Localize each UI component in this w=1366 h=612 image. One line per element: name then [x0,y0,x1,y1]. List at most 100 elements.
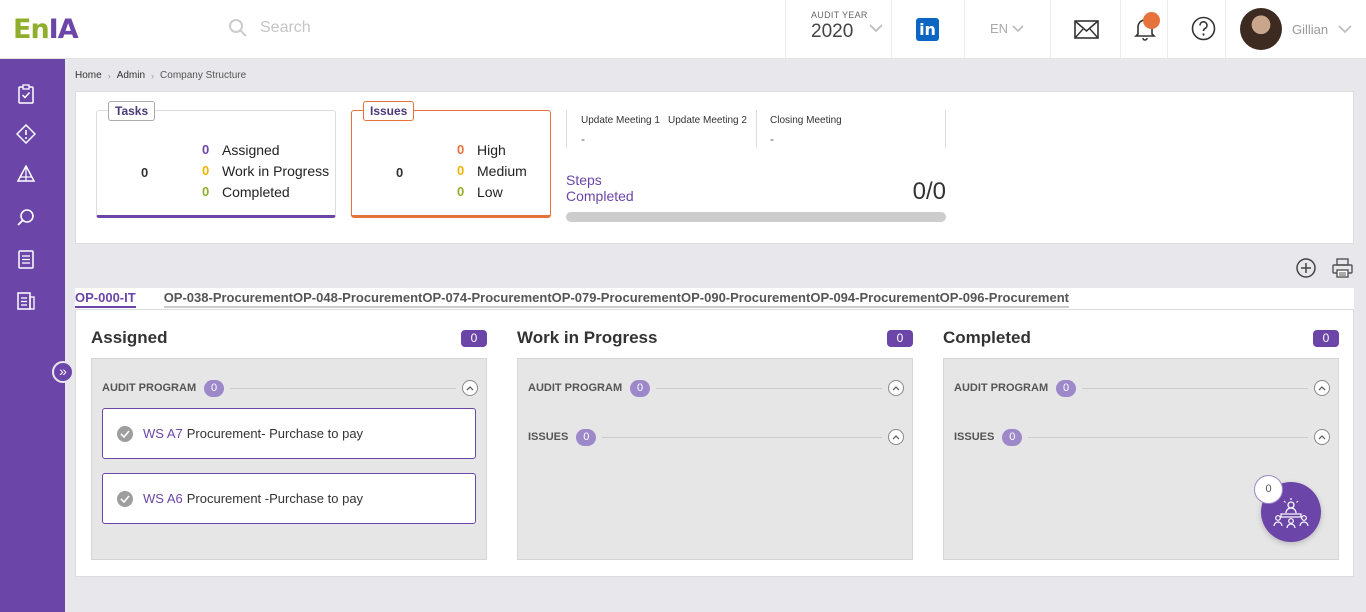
task-card[interactable]: WS A6 Procurement -Purchase to pay [102,473,476,524]
group-count-badge: 0 [1056,379,1077,397]
collapse-button[interactable] [1314,429,1330,445]
fab-count-badge: 0 [1254,475,1283,504]
issues-medium-count: 0 [457,163,465,178]
breadcrumb-home[interactable]: Home [75,70,102,81]
notification-dot [1143,12,1160,29]
column-title: Work in Progress [517,328,658,347]
print-icon[interactable] [1332,258,1353,278]
task-card-id: WS A7 [143,426,183,441]
group-count-badge: 0 [204,379,225,397]
column-count-badge: 0 [887,330,913,347]
issues-low-label: Low [477,183,503,200]
group-label: AUDIT PROGRAM [102,382,197,394]
collapse-button[interactable] [888,429,904,445]
chevron-down-icon [869,24,883,33]
meeting-update-2: Update Meeting 2 [668,115,747,132]
group-audit-program: AUDIT PROGRAM 0 [954,378,1330,398]
issues-summary[interactable]: Issues 0 0 High 0 Medium 0 Low [351,101,551,218]
tasks-wip-label: Work in Progress [222,162,330,179]
chevron-up-icon [1318,386,1326,391]
tasks-row-wip: 0 Work in Progress [202,160,329,181]
issues-total: 0 [396,165,404,180]
divider [230,387,456,389]
language-select[interactable]: EN [990,21,1024,36]
breadcrumb-admin[interactable]: Admin [117,70,145,81]
divider [566,110,567,148]
chevron-down-icon [1338,24,1352,33]
collapse-button[interactable] [462,380,478,396]
column-count-badge: 0 [1313,330,1339,347]
tasks-completed-count: 0 [202,184,210,199]
tab-op-048-procurement[interactable]: OP-048-Procurement [293,288,423,308]
avatar[interactable] [1240,8,1282,50]
issues-row-medium: 0 Medium [457,160,527,181]
app-logo[interactable]: EnIA [13,14,79,45]
tab-op-038-procurement[interactable]: OP-038-Procurement [163,288,294,308]
logo-en: En [13,14,50,45]
sidebar-item-cone-icon[interactable] [16,165,36,185]
steps-completed-value: 0/0 [912,178,946,205]
search-input[interactable] [260,19,460,37]
sidebar-item-diamond-icon[interactable] [16,124,36,144]
task-card[interactable]: WS A7 Procurement- Purchase to pay [102,408,476,459]
chevron-down-icon [1012,24,1024,32]
sidebar-item-search-icon[interactable] [16,208,36,228]
sidebar-item-clipboard-check-icon[interactable] [16,84,36,104]
check-circle-icon[interactable] [117,425,133,442]
task-card-title: Procurement- Purchase to pay [186,426,364,441]
tab-op-079-procurement[interactable]: OP-079-Procurement [551,288,681,308]
collapse-button[interactable] [1314,380,1330,396]
meeting-update-1: Update Meeting 1 - [581,115,660,146]
tab-op-074-procurement[interactable]: OP-074-Procurement [422,288,552,308]
breadcrumb: Home › Admin › Company Structure [75,70,246,81]
tasks-assigned-label: Assigned [222,141,280,158]
tab-op-096-procurement[interactable]: OP-096-Procurement [939,288,1069,308]
chevron-right-icon: › [151,70,155,81]
collapse-button[interactable] [888,380,904,396]
sidebar-item-checklist-icon[interactable] [16,249,36,269]
issues-low-count: 0 [457,184,465,199]
meeting-value: - [581,132,585,146]
summary-panel: Tasks 0 0 Assigned 0 Work in Progress 0 Com… [75,91,1354,244]
tasks-row-assigned: 0 Assigned [202,139,329,160]
group-count-badge: 0 [630,379,651,397]
mail-icon[interactable] [1074,20,1099,39]
sidebar-item-report-icon[interactable] [16,291,36,311]
logo-ia: IA [48,14,79,45]
user-menu[interactable]: Gillian [1240,8,1352,50]
chevron-right-icon: › [107,70,111,81]
help-icon[interactable] [1191,16,1216,41]
issues-row-low: 0 Low [457,181,527,202]
top-bar: EnIA AUDIT YEAR 2020 in EN Gillian [0,0,1366,59]
meeting-value: - [770,132,774,146]
group-label: ISSUES [528,431,569,443]
sidebar-expand-button[interactable]: » [52,361,74,383]
divider [1082,387,1308,389]
issues-tag: Issues [363,101,415,121]
column-title: Assigned [91,328,168,347]
check-circle-icon[interactable] [117,490,133,507]
tasks-assigned-count: 0 [202,142,210,157]
tab-op-094-procurement[interactable]: OP-094-Procurement [810,288,940,308]
linkedin-icon[interactable]: in [916,18,939,41]
program-tabs: OP-000-IT OP-038-Procurement OP-048-Proc… [75,288,1354,310]
column-body: AUDIT PROGRAM 0 WS A7 Procurement- Purch… [91,358,487,560]
divider [964,0,965,58]
meeting-closing: Closing Meeting - [770,115,842,146]
group-audit-program: AUDIT PROGRAM 0 [528,378,904,398]
divider [785,0,786,58]
user-name: Gillian [1292,21,1329,37]
tasks-summary[interactable]: Tasks 0 0 Assigned 0 Work in Progress 0 Com… [96,101,336,218]
tab-op-000-it[interactable]: OP-000-IT [75,288,136,308]
tasks-total: 0 [141,165,149,180]
divider [656,387,882,389]
tab-op-090-procurement[interactable]: OP-090-Procurement [681,288,811,308]
sidebar [0,59,65,612]
add-icon[interactable] [1296,258,1316,278]
group-label: AUDIT PROGRAM [954,382,1049,394]
divider [756,110,757,148]
search-icon[interactable] [228,18,248,38]
audit-year-select[interactable]: AUDIT YEAR 2020 [811,10,883,43]
tasks-completed-label: Completed [222,183,290,200]
group-label: AUDIT PROGRAM [528,382,623,394]
